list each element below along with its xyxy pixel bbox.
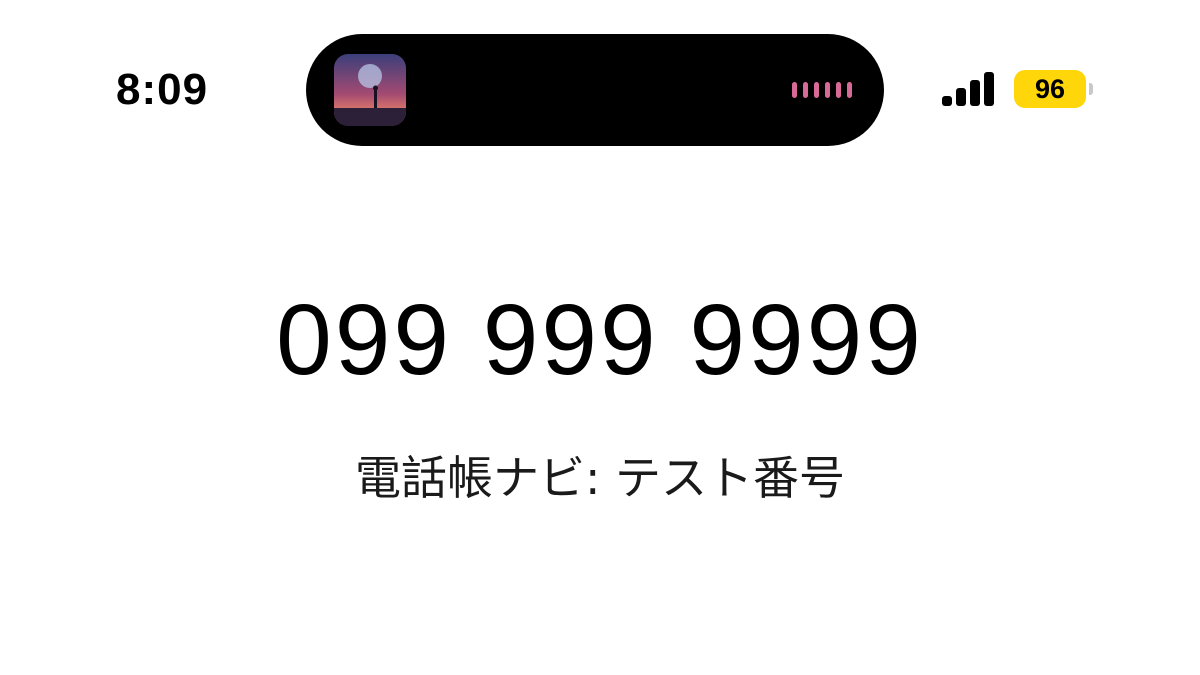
album-art-icon[interactable] <box>334 54 406 126</box>
dynamic-island[interactable] <box>306 34 884 146</box>
incoming-call-info: 099 999 9999 電話帳ナビ: テスト番号 <box>0 280 1200 506</box>
battery-cap <box>1089 83 1093 95</box>
status-time: 8:09 <box>116 65 209 114</box>
caller-id-label: 電話帳ナビ: テスト番号 <box>354 451 846 505</box>
battery-icon: 96 <box>1014 70 1094 108</box>
battery-level-text: 96 <box>1034 74 1066 104</box>
status-bar: 8:09 96 <box>0 0 1200 175</box>
waveform-icon <box>790 80 858 100</box>
phone-number: 099 999 9999 <box>276 284 924 396</box>
signal-icon <box>940 70 998 108</box>
